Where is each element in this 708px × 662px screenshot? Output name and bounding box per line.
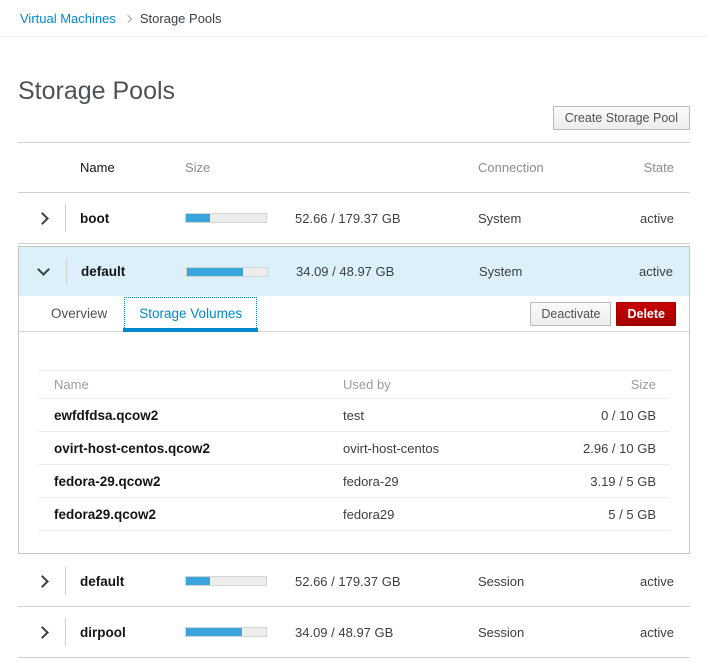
pool-size: 52.66 / 179.37 GB — [290, 574, 478, 589]
volume-used-by: fedora-29 — [343, 474, 540, 489]
pool-size: 52.66 / 179.37 GB — [290, 211, 478, 226]
chevron-down-icon — [37, 263, 50, 276]
storage-volumes-panel: Name Used by Size ewfdfdsa.qcow2 test 0 … — [19, 332, 689, 553]
chevron-right-icon — [36, 626, 49, 639]
progress-track — [185, 213, 267, 223]
table-row-pool-default-expanded[interactable]: default 34.09 / 48.97 GB System active — [19, 247, 689, 296]
volume-name: fedora-29.qcow2 — [38, 474, 343, 489]
column-header-volume-size: Size — [540, 377, 670, 392]
pool-connection: Session — [478, 625, 578, 640]
collapse-toggle[interactable] — [19, 247, 67, 296]
volume-row[interactable]: fedora29.qcow2 fedora29 5 / 5 GB — [38, 498, 670, 531]
pool-usage-bar — [186, 267, 291, 277]
storage-pools-table: Name Size Connection State boot 52.66 / … — [18, 142, 690, 658]
progress-fill — [186, 214, 210, 222]
pool-action-buttons: Deactivate Delete — [530, 296, 689, 331]
column-header-volume-name: Name — [38, 377, 343, 392]
breadcrumb-current: Storage Pools — [140, 11, 222, 26]
table-row-pool-default-session[interactable]: default 52.66 / 179.37 GB Session active — [18, 556, 690, 607]
pool-connection: System — [479, 264, 579, 279]
pool-usage-bar — [185, 627, 290, 637]
pool-name: default — [66, 574, 185, 589]
pool-name: default — [67, 264, 186, 279]
volume-size: 2.96 / 10 GB — [540, 441, 670, 456]
pool-state: active — [579, 264, 689, 279]
volume-row[interactable]: fedora-29.qcow2 fedora-29 3.19 / 5 GB — [38, 465, 670, 498]
volume-row[interactable]: ovirt-host-centos.qcow2 ovirt-host-cento… — [38, 432, 670, 465]
column-header-connection: Connection — [478, 160, 578, 175]
volumes-header-row: Name Used by Size — [38, 371, 670, 399]
pool-usage-bar — [185, 576, 290, 586]
volume-name: ovirt-host-centos.qcow2 — [38, 441, 343, 456]
delete-button[interactable]: Delete — [616, 302, 676, 326]
storage-volumes-table: Name Used by Size ewfdfdsa.qcow2 test 0 … — [38, 370, 670, 531]
progress-track — [185, 627, 267, 637]
breadcrumb: Virtual Machines Storage Pools — [0, 0, 708, 37]
deactivate-button[interactable]: Deactivate — [530, 302, 611, 326]
pool-usage-bar — [185, 213, 290, 223]
page-content: Storage Pools Create Storage Pool Name S… — [0, 77, 708, 658]
progress-track — [186, 267, 268, 277]
pool-size: 34.09 / 48.97 GB — [291, 264, 479, 279]
volume-size: 5 / 5 GB — [540, 507, 670, 522]
progress-fill — [186, 628, 242, 636]
table-row-pool-dirpool[interactable]: dirpool 34.09 / 48.97 GB Session active — [18, 607, 690, 658]
pool-name: boot — [66, 211, 185, 226]
breadcrumb-link-virtual-machines[interactable]: Virtual Machines — [20, 11, 116, 26]
chevron-right-icon — [36, 575, 49, 588]
page-title: Storage Pools — [18, 77, 690, 106]
table-header-row: Name Size Connection State — [18, 142, 690, 193]
progress-track — [185, 576, 267, 586]
progress-fill — [187, 268, 243, 276]
pool-state: active — [578, 211, 690, 226]
column-header-name: Name — [66, 160, 185, 175]
expanded-pool-default: default 34.09 / 48.97 GB System active O… — [18, 246, 690, 554]
tab-overview[interactable]: Overview — [35, 296, 123, 331]
tab-storage-volumes[interactable]: Storage Volumes — [123, 296, 258, 331]
progress-fill — [186, 577, 210, 585]
volume-size: 3.19 / 5 GB — [540, 474, 670, 489]
column-header-used-by: Used by — [343, 377, 540, 392]
pool-name: dirpool — [66, 625, 185, 640]
volume-used-by: ovirt-host-centos — [343, 441, 540, 456]
volume-size: 0 / 10 GB — [540, 408, 670, 423]
create-storage-pool-button[interactable]: Create Storage Pool — [553, 106, 690, 130]
volume-used-by: test — [343, 408, 540, 423]
pool-state: active — [578, 625, 690, 640]
volume-used-by: fedora29 — [343, 507, 540, 522]
pool-connection: Session — [478, 574, 578, 589]
expand-toggle[interactable] — [18, 607, 66, 657]
expand-toggle[interactable] — [18, 193, 66, 243]
pool-size: 34.09 / 48.97 GB — [290, 625, 478, 640]
expand-toggle[interactable] — [18, 556, 66, 606]
volume-row[interactable]: ewfdfdsa.qcow2 test 0 / 10 GB — [38, 399, 670, 432]
pool-connection: System — [478, 211, 578, 226]
header-expand-spacer — [18, 143, 66, 192]
angle-right-icon — [124, 15, 132, 23]
volume-name: fedora29.qcow2 — [38, 507, 343, 522]
column-header-size: Size — [185, 160, 290, 175]
pool-detail-tabs: Overview Storage Volumes Deactivate Dele… — [19, 296, 689, 332]
table-row-pool-boot[interactable]: boot 52.66 / 179.37 GB System active — [18, 193, 690, 244]
page-actions: Create Storage Pool — [18, 106, 690, 130]
volume-name: ewfdfdsa.qcow2 — [38, 408, 343, 423]
column-header-state: State — [578, 160, 690, 175]
pool-state: active — [578, 574, 690, 589]
chevron-right-icon — [36, 212, 49, 225]
